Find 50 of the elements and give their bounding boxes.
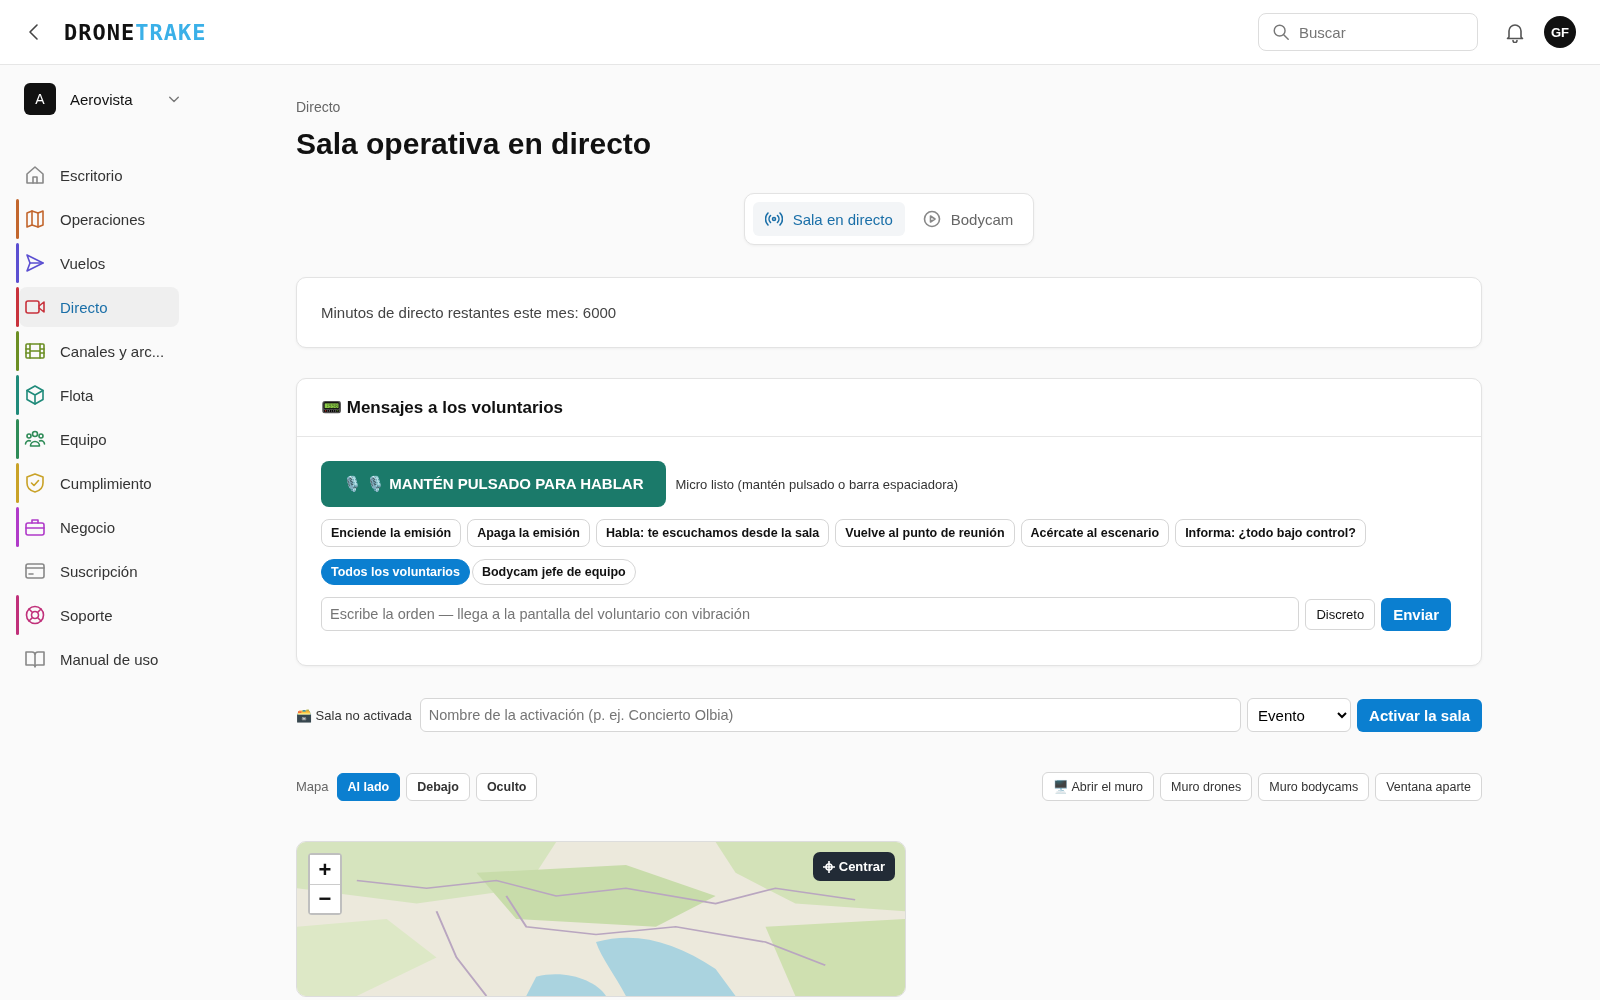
org-badge: A [24,83,56,115]
tab[interactable]: Sala en directo [752,202,905,236]
sidebar-item[interactable]: Equipo [19,419,179,459]
quick-order-button[interactable]: Habla: te escuchamos desde la sala [596,519,830,547]
search-field[interactable]: Buscar [1258,13,1478,51]
center-button[interactable]: Centrar [812,852,895,881]
layout-option[interactable]: Al lado [336,772,401,801]
tab[interactable]: Bodycam [910,202,1026,236]
sidebar-item[interactable]: Soporte [19,595,179,635]
sidebar-item[interactable]: Escritorio [19,155,179,195]
map-layout-label: Mapa [296,779,329,794]
zoom-out-button[interactable]: − [310,884,340,913]
wall-button[interactable]: Ventana aparte [1375,772,1482,801]
order-field[interactable]: Escribe la orden — llega a la pantalla del voluntario con vibración [321,597,1300,631]
discreet-button[interactable]: Discreto [1305,598,1376,630]
layout-option[interactable]: Debajo [406,772,470,801]
sidebar-item[interactable]: Vuelos [19,243,179,283]
panel-title: 📟 Mensajes a los voluntarios [321,397,565,418]
sidebar-item[interactable]: Directo [19,287,179,327]
send-button[interactable]: Enviar [1381,597,1451,631]
sidebar-item[interactable]: Manual de uso [19,639,179,679]
target-pill[interactable]: Bodycam jefe de equipo [471,559,636,585]
push-to-talk-button[interactable]: 🎙 🎙 MANTÉN PULSADO PARA HABLAR [321,461,666,507]
layout-option[interactable]: Oculto [475,772,538,801]
minutes-text: Minutos de directo restantes este mes: 6000 [321,304,618,321]
quick-order-button[interactable]: Acércate al escenario [1020,519,1170,547]
logo: DRONETRAKE [64,19,207,45]
quick-order-button[interactable]: Enciende la emisión [321,519,462,547]
wall-button[interactable]: Muro drones [1160,772,1253,801]
sidebar-item[interactable]: Operaciones [19,199,179,239]
sidebar-item[interactable]: Cumplimiento [19,463,179,503]
breadcrumb[interactable]: Directo [296,99,341,115]
org-name[interactable]: Aerovista [70,90,154,108]
sidebar-item[interactable]: Flota [19,375,179,415]
type-select[interactable]: Evento [1247,698,1352,732]
mic-status-text: Micro listo (mantén pulsado o barra espaciadora) [675,476,959,492]
sidebar-item[interactable]: Suscripción [19,551,179,591]
activation-name-field[interactable]: Nombre de la activación (p. ej. Concierto Olbia) [419,698,1242,732]
target-pill[interactable]: Todos los voluntarios [321,559,470,585]
sidebar-item[interactable]: Canales y arc... [19,331,179,371]
sidebar-item[interactable]: Negocio [19,507,179,547]
user-avatar[interactable]: GF [1544,16,1576,48]
room-status: 🗃 Sala no activada [296,707,412,723]
activate-button[interactable]: Activar la sala [1357,698,1482,732]
wall-button[interactable]: Muro bodycams [1258,772,1370,801]
quick-order-button[interactable]: Vuelve al punto de reunión [835,519,1015,547]
quick-order-button[interactable]: Apaga la emisión [467,519,590,547]
quick-order-button[interactable]: Informa: ¿todo bajo control? [1175,519,1366,547]
wall-button[interactable]: 🖥 Abrir el muro [1041,772,1155,801]
page-title: Sala operativa en directo [296,127,652,161]
